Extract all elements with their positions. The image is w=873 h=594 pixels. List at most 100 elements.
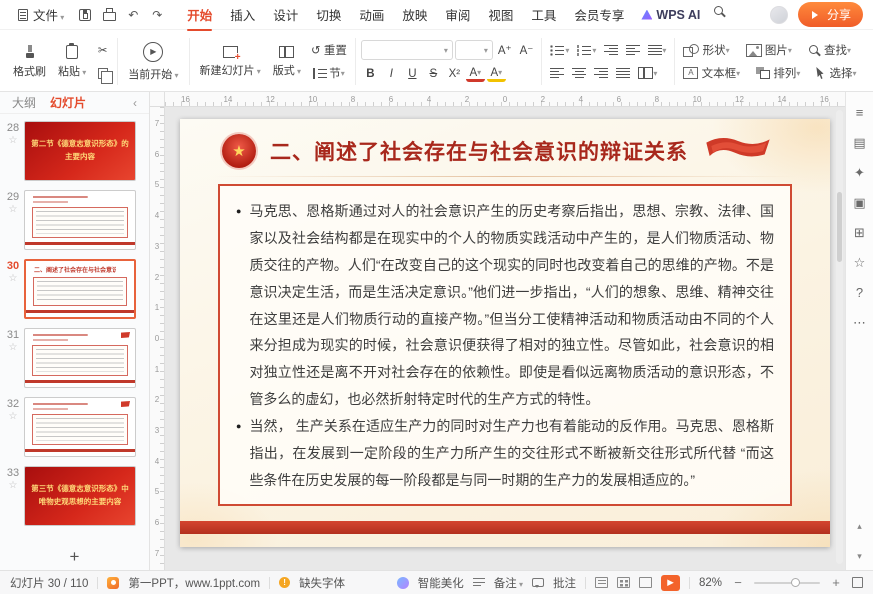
normal-view-button[interactable] bbox=[595, 577, 608, 588]
decrease-indent-button[interactable] bbox=[601, 41, 621, 59]
animation-pane-icon[interactable]: ⊞ bbox=[851, 224, 869, 240]
bullet-text[interactable]: 当然， 生产关系在适应生产力的同时对生产力也有着能动的反作用。马克思、恩格斯指出… bbox=[249, 413, 774, 494]
font-name-select[interactable]: ▾ bbox=[361, 40, 453, 60]
star-icon[interactable]: ☆ bbox=[9, 205, 18, 215]
tab-transition[interactable]: 切换 bbox=[307, 1, 350, 28]
tab-home[interactable]: 开始 bbox=[178, 1, 221, 28]
new-slide-button[interactable]: 新建幻灯片 bbox=[195, 44, 266, 80]
strikethrough-button[interactable]: S bbox=[424, 65, 443, 83]
comments-label[interactable]: 批注 bbox=[553, 575, 576, 591]
picture-button[interactable]: 图片 bbox=[743, 41, 795, 59]
star-icon[interactable]: ☆ bbox=[9, 136, 18, 146]
reading-view-button[interactable] bbox=[639, 577, 652, 588]
slide-sorter-view-button[interactable] bbox=[617, 577, 630, 588]
share-button[interactable]: 分享 bbox=[798, 2, 863, 27]
source-text[interactable]: 第一PPT，www.1ppt.com bbox=[128, 575, 260, 591]
decrease-font-button[interactable]: A⁻ bbox=[517, 41, 537, 59]
slide-content-box[interactable]: ● 马克思、恩格斯通过对人的社会意识产生的历史考察后指出，思想、宗教、法律、国家… bbox=[218, 184, 792, 506]
arrange-button[interactable]: 排列 bbox=[753, 64, 803, 82]
beautify-label[interactable]: 智能美化 bbox=[418, 575, 464, 591]
tab-animation[interactable]: 动画 bbox=[350, 1, 393, 28]
star-icon[interactable]: ☆ bbox=[9, 412, 18, 422]
canvas-scrollbar[interactable] bbox=[836, 110, 843, 564]
line-spacing-button[interactable] bbox=[645, 41, 669, 59]
tab-view[interactable]: 视图 bbox=[479, 1, 522, 28]
scrollbar-thumb[interactable] bbox=[837, 192, 842, 262]
properties-pane-icon[interactable]: ▤ bbox=[851, 134, 869, 150]
tab-member[interactable]: 会员专享 bbox=[565, 1, 633, 28]
align-left-button[interactable] bbox=[547, 64, 567, 82]
file-menu-button[interactable]: 文件 bbox=[10, 2, 72, 27]
layout-button[interactable]: 版式 bbox=[268, 44, 306, 80]
star-icon[interactable]: ☆ bbox=[9, 343, 18, 353]
tab-tools[interactable]: 工具 bbox=[522, 1, 565, 28]
shapes-button[interactable]: 形状 bbox=[680, 41, 732, 59]
increase-indent-button[interactable] bbox=[623, 41, 643, 59]
notes-label[interactable]: 备注 bbox=[494, 575, 523, 591]
print-button[interactable] bbox=[98, 5, 120, 25]
bullet-list-button[interactable] bbox=[547, 41, 572, 59]
slide-canvas-area[interactable]: ★ 二、阐述了社会存在与社会意识的辩证关系 ● 马克思、恩格斯通过对人的 bbox=[165, 107, 845, 570]
design-pane-icon[interactable]: ▣ bbox=[851, 194, 869, 210]
slideshow-play-button[interactable]: ▶ bbox=[661, 575, 680, 591]
columns-button[interactable] bbox=[635, 64, 660, 82]
slide-thumbnail-32[interactable]: 32 ☆ bbox=[2, 397, 143, 457]
star-icon[interactable]: ☆ bbox=[9, 481, 18, 491]
slide-thumbnail-29[interactable]: 29 ☆ bbox=[2, 190, 143, 250]
numbered-list-button[interactable] bbox=[574, 41, 599, 59]
save-button[interactable] bbox=[74, 5, 96, 25]
slides-tab[interactable]: 幻灯片 bbox=[50, 94, 86, 111]
underline-button[interactable]: U bbox=[403, 65, 422, 83]
tab-insert[interactable]: 插入 bbox=[221, 1, 264, 28]
slide-title[interactable]: 二、阐述了社会存在与社会意识的辩证关系 bbox=[270, 136, 688, 166]
format-painter-button[interactable]: 格式刷 bbox=[8, 43, 51, 81]
star-icon[interactable]: ☆ bbox=[9, 274, 18, 284]
next-slide-button[interactable]: ▾ bbox=[851, 548, 869, 564]
increase-font-button[interactable]: A⁺ bbox=[495, 41, 515, 59]
cut-button[interactable]: ✂ bbox=[93, 41, 112, 59]
outline-pane-icon[interactable]: ≡ bbox=[851, 104, 869, 120]
align-right-button[interactable] bbox=[591, 64, 611, 82]
tab-review[interactable]: 审阅 bbox=[436, 1, 479, 28]
font-size-select[interactable]: ▾ bbox=[455, 40, 493, 60]
slide-thumbnail-30-selected[interactable]: 30 ☆ 二、阐述了社会存在与社会意识的辩证关系 bbox=[2, 259, 143, 319]
outline-tab[interactable]: 大纲 bbox=[12, 94, 36, 111]
zoom-out-button[interactable]: − bbox=[731, 576, 745, 589]
zoom-slider-handle[interactable] bbox=[791, 578, 800, 587]
select-button[interactable]: 选择 bbox=[813, 64, 859, 82]
zoom-slider[interactable] bbox=[754, 582, 820, 584]
previous-slide-button[interactable]: ▴ bbox=[851, 518, 869, 534]
fullscreen-icon[interactable] bbox=[852, 577, 863, 588]
current-slide[interactable]: ★ 二、阐述了社会存在与社会意识的辩证关系 ● 马克思、恩格斯通过对人的 bbox=[180, 119, 830, 547]
search-button[interactable] bbox=[708, 1, 730, 21]
font-color-button[interactable]: A bbox=[466, 66, 485, 82]
copy-button[interactable] bbox=[93, 64, 112, 82]
help-pane-icon[interactable]: ? bbox=[851, 284, 869, 300]
tab-wps-ai[interactable]: WPS AI bbox=[633, 1, 708, 28]
align-center-button[interactable] bbox=[569, 64, 589, 82]
undo-button[interactable]: ↶ bbox=[122, 5, 144, 25]
redo-button[interactable]: ↷ bbox=[146, 5, 168, 25]
tab-slideshow[interactable]: 放映 bbox=[393, 1, 436, 28]
favorites-pane-icon[interactable]: ☆ bbox=[851, 254, 869, 270]
italic-button[interactable]: I bbox=[382, 65, 401, 83]
superscript-button[interactable]: X² bbox=[445, 65, 464, 83]
reset-button[interactable]: ↺ 重置 bbox=[308, 41, 350, 59]
account-avatar[interactable] bbox=[770, 6, 788, 24]
highlight-color-button[interactable]: A bbox=[487, 66, 506, 82]
slide-thumbnail-28[interactable]: 28 ☆ 第二节《德意志意识形态》的主要内容 bbox=[2, 121, 143, 181]
bullet-text[interactable]: 马克思、恩格斯通过对人的社会意识产生的历史考察后指出，思想、宗教、法律、国家以及… bbox=[249, 198, 774, 413]
missing-fonts-label[interactable]: 缺失字体 bbox=[299, 575, 345, 591]
section-button[interactable]: 节 bbox=[308, 64, 350, 82]
tab-design[interactable]: 设计 bbox=[264, 1, 307, 28]
add-slide-button[interactable]: + bbox=[0, 544, 149, 570]
collapse-panel-button[interactable]: ‹ bbox=[133, 96, 137, 110]
paste-button[interactable]: 粘贴 bbox=[53, 43, 91, 81]
slide-thumbnail-33[interactable]: 33 ☆ 第三节《德意志意识形态》中唯物史观思想的主要内容 bbox=[2, 466, 143, 526]
align-justify-button[interactable] bbox=[613, 64, 633, 82]
more-panes-icon[interactable]: ⋯ bbox=[851, 314, 869, 330]
bold-button[interactable]: B bbox=[361, 65, 380, 83]
zoom-in-button[interactable]: + bbox=[829, 576, 843, 589]
beautify-pane-icon[interactable]: ✦ bbox=[851, 164, 869, 180]
slide-thumbnail-31[interactable]: 31 ☆ bbox=[2, 328, 143, 388]
